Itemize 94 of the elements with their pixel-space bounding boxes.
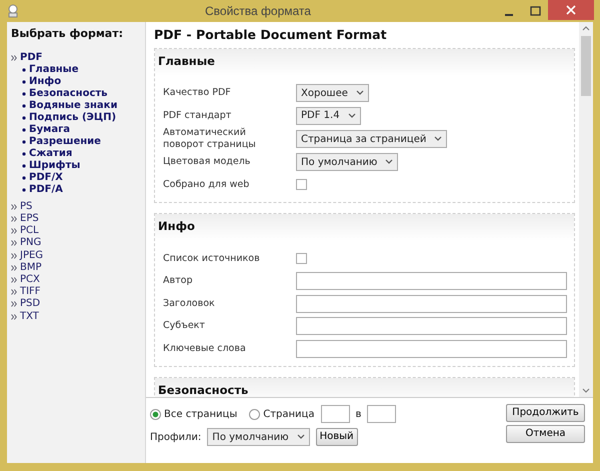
format-link[interactable]: TIFF [20, 286, 41, 298]
field-label: PDF стандарт [163, 110, 232, 122]
format-link[interactable]: EPS [20, 212, 39, 226]
format-link[interactable]: PDF [20, 52, 42, 64]
input-field[interactable] [296, 272, 567, 290]
chevron-down-icon [296, 434, 305, 440]
chevron-down-icon [385, 159, 394, 166]
radio-circle[interactable] [249, 408, 260, 420]
double-chevron-icon [11, 54, 17, 61]
scrollbar[interactable] [579, 22, 593, 397]
section-link[interactable]: Бумага [29, 124, 70, 136]
bullet-icon [22, 104, 26, 108]
profile-dropdown[interactable]: По умолчанию [207, 428, 310, 446]
chevron-down-icon [356, 90, 364, 96]
sidebar-heading: Выбрать формат: [11, 26, 124, 42]
dropdown[interactable]: Страница за страницей [296, 130, 448, 148]
field-label: Заголовок [163, 298, 216, 310]
section-link[interactable]: PDF/A [29, 184, 63, 196]
format-link[interactable]: TXT [20, 310, 39, 323]
format-title: PDF - Portable Document Format [154, 26, 388, 44]
double-chevron-icon [11, 314, 17, 320]
bullet-icon [22, 92, 26, 96]
format-link[interactable]: PNG [20, 237, 42, 250]
close-button[interactable] [548, 0, 594, 20]
input-field[interactable] [296, 294, 567, 312]
section-link[interactable]: Шрифты [29, 160, 80, 172]
bullet-icon [22, 188, 26, 192]
radio-circle[interactable] [150, 408, 161, 420]
double-chevron-icon [11, 240, 17, 246]
section-link[interactable]: Главные [29, 64, 79, 76]
dropdown[interactable]: По умолчанию [296, 153, 398, 172]
chevron-down-icon [348, 112, 356, 119]
bullet-icon [22, 80, 26, 84]
checkbox[interactable] [296, 179, 307, 190]
dropdown[interactable]: Хорошее [296, 84, 369, 102]
field-label: Автор [163, 275, 194, 287]
bullet-icon [22, 128, 26, 132]
section-link[interactable]: Разрешение [29, 136, 101, 148]
section-link[interactable]: Сжатия [29, 148, 72, 160]
range-label: в [356, 408, 362, 422]
field-label: Автоматический поворот страницы [163, 127, 257, 151]
format-link[interactable]: PS [20, 200, 32, 213]
field-label: Субъект [163, 320, 206, 332]
dialog-button[interactable]: Отмена [506, 425, 585, 443]
format-link[interactable]: PCX [20, 274, 40, 286]
field-label: Список источников [163, 252, 261, 264]
field-label: Цветовая модель [163, 156, 252, 168]
bullet-icon [22, 140, 26, 144]
app-icon [6, 4, 20, 18]
bullet-icon [22, 152, 26, 156]
dialog-button[interactable]: Продолжить [506, 404, 585, 422]
bullet-icon [22, 164, 26, 168]
bullet-icon [22, 116, 26, 120]
scroll-thumb[interactable] [581, 36, 591, 96]
format-link[interactable]: PSD [20, 298, 40, 311]
new-profile-button[interactable]: Новый [316, 428, 358, 446]
input-field[interactable] [296, 317, 567, 335]
double-chevron-icon [11, 252, 17, 259]
radio-option[interactable]: Страница [249, 406, 314, 422]
profiles-label: Профили: [150, 430, 202, 444]
page-from-field[interactable] [320, 405, 350, 423]
minimize-icon [505, 14, 513, 16]
double-chevron-icon [11, 228, 17, 234]
chevron-down-icon [434, 136, 442, 142]
field-label: Собрано для web [163, 178, 250, 191]
double-chevron-icon [11, 204, 17, 210]
bullet-icon [22, 176, 26, 180]
double-chevron-icon [11, 301, 17, 308]
section-link[interactable]: Безопасность [29, 88, 108, 100]
maximize-icon [530, 6, 540, 16]
radio-option[interactable]: Все страницы [150, 406, 238, 422]
format-link[interactable]: PCL [20, 225, 39, 238]
field-label: Качество PDF [163, 87, 232, 100]
bullet-icon [22, 68, 26, 72]
format-link[interactable]: BMP [20, 262, 42, 274]
input-field[interactable] [296, 340, 567, 358]
scroll-up-icon[interactable] [582, 26, 590, 31]
section-link[interactable]: Инфо [29, 76, 62, 88]
page-to-field[interactable] [367, 405, 396, 423]
scroll-down-icon[interactable] [582, 388, 590, 393]
section-link[interactable]: Водяные знаки [29, 100, 118, 112]
dropdown[interactable]: PDF 1.4 [296, 106, 361, 125]
section-link[interactable]: PDF/X [29, 172, 63, 184]
double-chevron-icon [11, 289, 17, 296]
double-chevron-icon [11, 277, 17, 284]
format-link[interactable]: JPEG [20, 250, 44, 262]
checkbox[interactable] [296, 253, 307, 264]
section-link[interactable]: Подпись (ЭЦП) [29, 112, 116, 124]
section-heading: Безопасность [155, 378, 574, 397]
close-icon [566, 5, 576, 15]
window-title: Свойства формата [204, 3, 312, 20]
double-chevron-icon [11, 264, 17, 271]
field-label: Ключевые слова [163, 342, 247, 354]
double-chevron-icon [11, 216, 17, 222]
